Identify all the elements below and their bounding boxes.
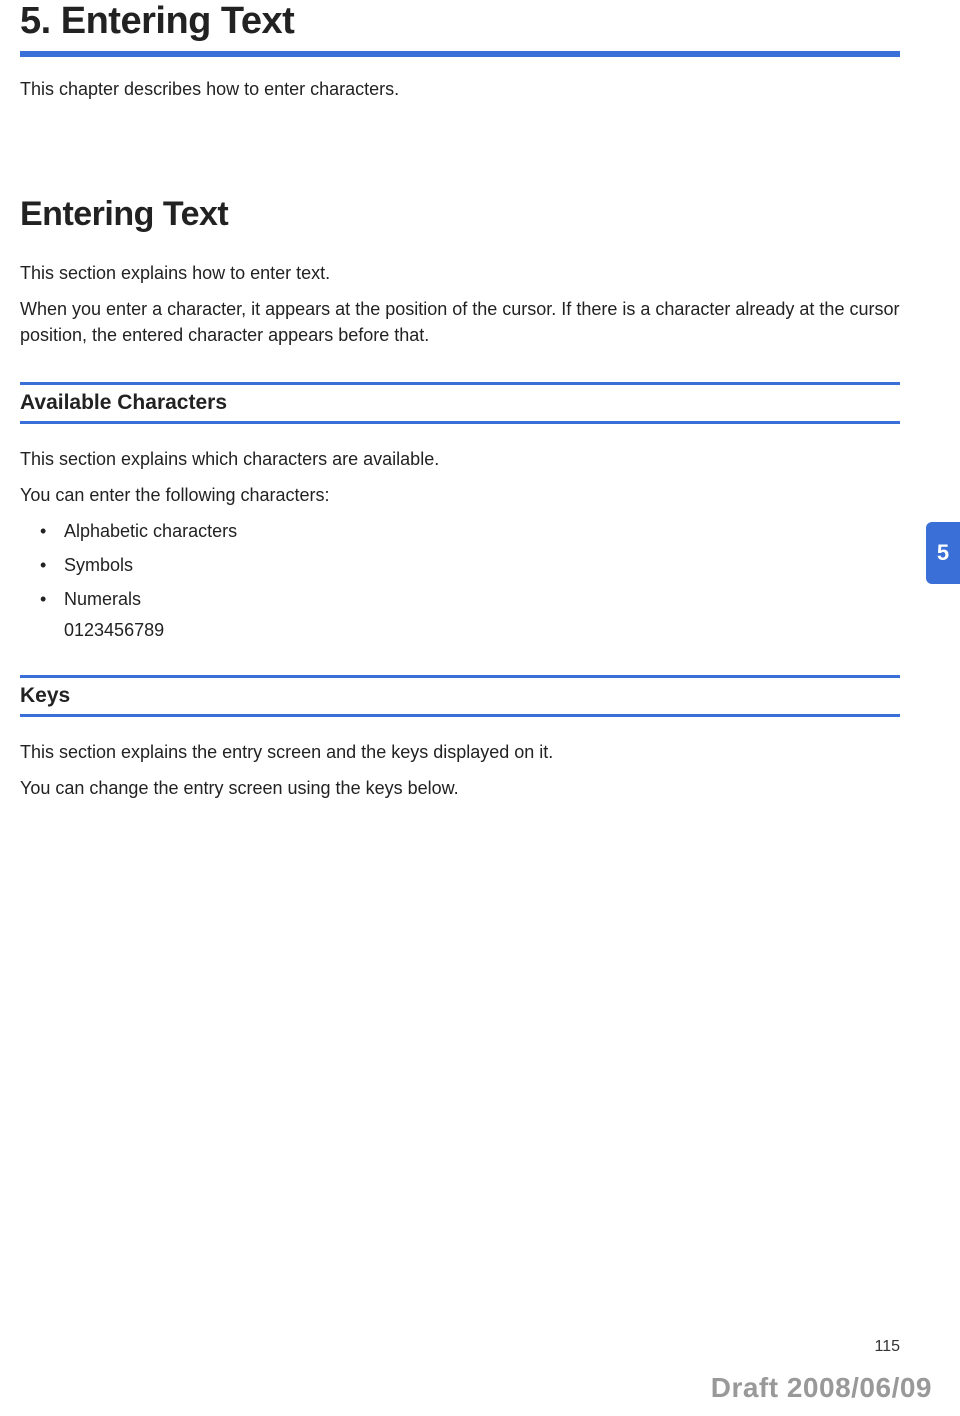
bullet-list: Alphabetic characters Symbols Numerals <box>20 518 900 614</box>
chapter-rule <box>20 51 900 57</box>
section-p2: When you enter a character, it appears a… <box>20 296 900 348</box>
page-number: 115 <box>874 1338 900 1356</box>
subsection-title: Available Characters <box>20 391 900 415</box>
divider-bottom <box>20 421 900 424</box>
keys-p2: You can change the entry screen using th… <box>20 775 900 801</box>
divider-bottom <box>20 714 900 717</box>
available-p2: You can enter the following characters: <box>20 482 900 508</box>
available-p1: This section explains which characters a… <box>20 446 900 472</box>
list-item: Symbols <box>40 552 900 580</box>
chapter-title: 5. Entering Text <box>20 0 900 43</box>
list-item: Alphabetic characters <box>40 518 900 546</box>
keys-p1: This section explains the entry screen a… <box>20 739 900 765</box>
list-item: Numerals <box>40 586 900 614</box>
document-page: 5. Entering Text This chapter describes … <box>0 0 960 1416</box>
chapter-tab-number: 5 <box>937 540 949 566</box>
draft-stamp: Draft 2008/06/09 <box>711 1372 932 1404</box>
subsection-available: Available Characters This section explai… <box>20 382 900 641</box>
section-p1: This section explains how to enter text. <box>20 260 900 286</box>
divider-top <box>20 675 900 678</box>
chapter-intro: This chapter describes how to enter char… <box>20 79 900 100</box>
numerals-sample: 0123456789 <box>20 620 900 641</box>
chapter-tab: 5 <box>926 522 960 584</box>
divider-top <box>20 382 900 385</box>
subsection-title: Keys <box>20 684 900 708</box>
section-title: Entering Text <box>20 195 900 234</box>
subsection-keys: Keys This section explains the entry scr… <box>20 675 900 801</box>
